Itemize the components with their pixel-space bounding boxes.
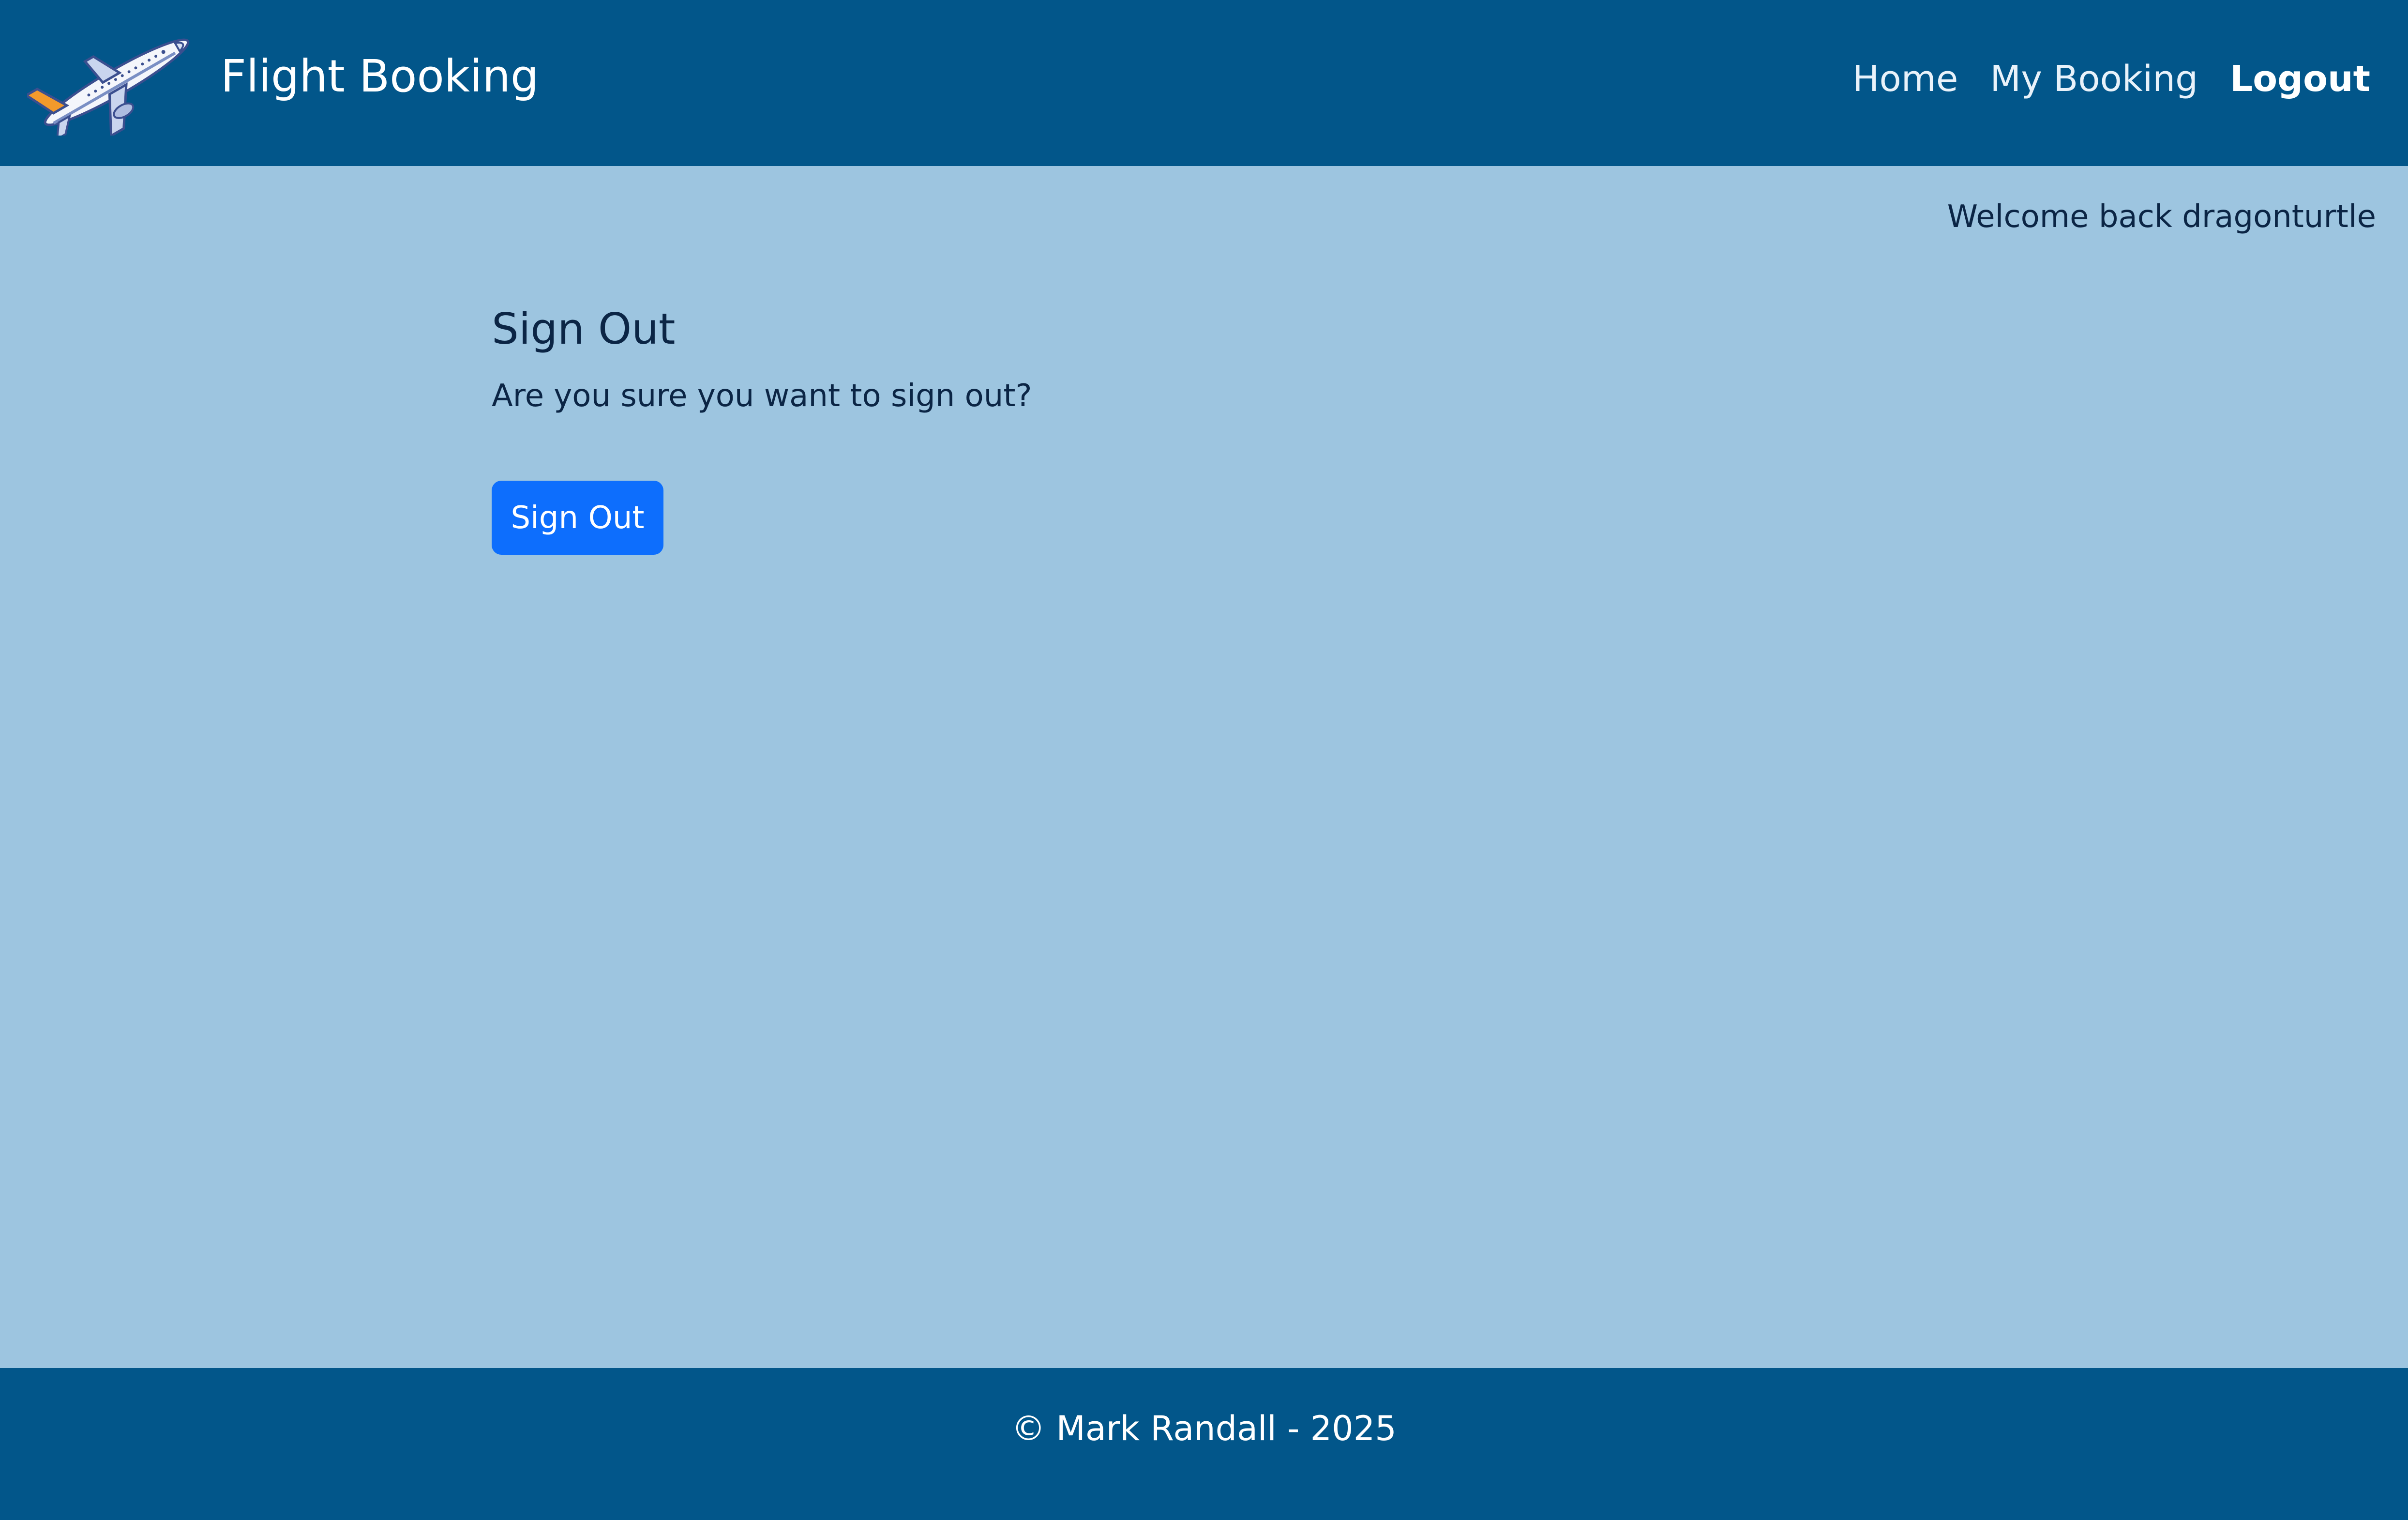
- airplane-icon: [27, 38, 190, 136]
- brand[interactable]: Flight Booking: [27, 29, 539, 136]
- main-nav: Home My Booking Logout: [1852, 61, 2370, 97]
- page-title: Sign Out: [492, 304, 676, 354]
- copyright-text: © Mark Randall - 2025: [1011, 1409, 1397, 1448]
- welcome-message: Welcome back dragonturtle: [1947, 199, 2376, 235]
- signout-panel: Sign Out Are you sure you want to sign o…: [492, 304, 1032, 555]
- nav-logout-link[interactable]: Logout: [2230, 61, 2370, 97]
- top-navbar: Flight Booking Home My Booking Logout: [0, 0, 2408, 166]
- signout-prompt: Are you sure you want to sign out?: [492, 378, 1032, 414]
- sign-out-button[interactable]: Sign Out: [492, 481, 663, 555]
- footer: © Mark Randall - 2025: [0, 1368, 2408, 1520]
- nav-my-booking-link[interactable]: My Booking: [1990, 61, 2198, 97]
- nav-home-link[interactable]: Home: [1852, 61, 1958, 97]
- brand-title[interactable]: Flight Booking: [221, 54, 539, 99]
